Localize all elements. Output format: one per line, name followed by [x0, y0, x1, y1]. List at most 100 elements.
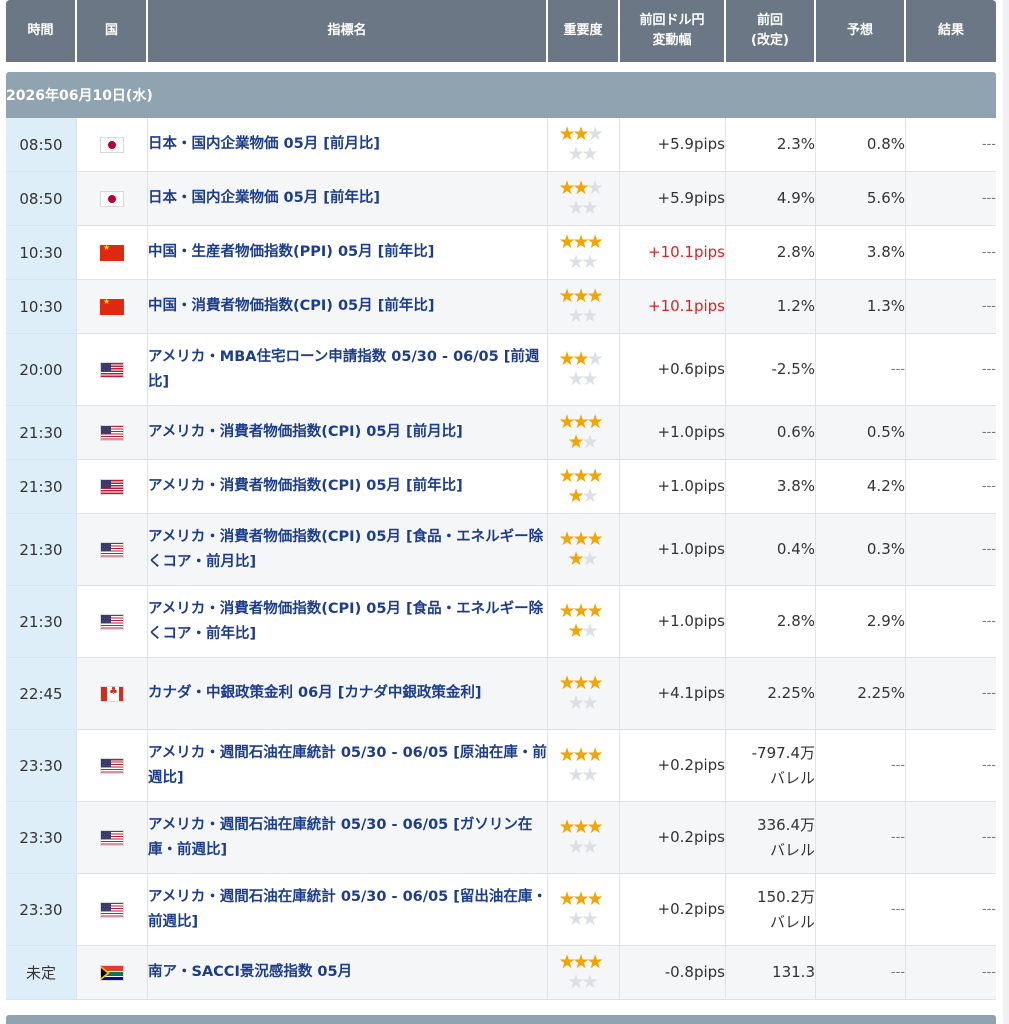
result-value: ---: [906, 226, 996, 280]
table-row: 08:50 日本・国内企業物価 05月 [前年比] ★★★ ★★ +5.9pips 4.9…: [6, 172, 996, 226]
star-icon: ★: [581, 835, 599, 858]
usa-flag-icon: [100, 902, 124, 918]
event-time: 10:30: [6, 280, 77, 334]
star-icon: ★: [558, 887, 576, 910]
indicator-link[interactable]: アメリカ・MBA住宅ローン申請指数 05/30 - 06/05 [前週比]: [148, 334, 548, 406]
indicator-link[interactable]: アメリカ・週間石油在庫統計 05/30 - 06/05 [ガソリン在庫・前週比]: [148, 802, 548, 874]
star-icon: ★: [558, 950, 576, 973]
usa-flag-icon: [100, 542, 124, 558]
country-flag-cell: [77, 658, 148, 730]
canada-flag-icon: [100, 686, 124, 702]
forecast-value: ---: [816, 334, 906, 406]
star-icon: ★: [567, 196, 585, 219]
star-icon: ★: [558, 671, 576, 694]
country-flag-cell: [77, 802, 148, 874]
importance-stars: ★★★ ★★: [558, 950, 609, 993]
table-row: 21:30 アメリカ・消費者物価指数(CPI) 05月 [食品・エネルギー除くコア…: [6, 586, 996, 658]
change-value: +10.1pips: [620, 226, 726, 280]
change-value: +0.2pips: [620, 874, 726, 946]
star-icon: ★: [567, 142, 585, 165]
importance-cell: ★★★ ★★: [548, 946, 620, 1000]
country-flag-cell: [77, 334, 148, 406]
indicator-link[interactable]: 日本・国内企業物価 05月 [前月比]: [148, 118, 548, 172]
star-icon: ★: [558, 347, 576, 370]
result-value: ---: [906, 658, 996, 730]
indicator-link[interactable]: 日本・国内企業物価 05月 [前年比]: [148, 172, 548, 226]
star-icon: ★: [572, 464, 590, 487]
star-icon: ★: [572, 815, 590, 838]
star-icon: ★: [558, 464, 576, 487]
event-time: 23:30: [6, 874, 77, 946]
star-icon: ★: [581, 250, 599, 273]
star-icon: ★: [567, 304, 585, 327]
indicator-link[interactable]: カナダ・中銀政策金利 06月 [カナダ中銀政策金利]: [148, 658, 548, 730]
header-forecast: 予想: [816, 0, 906, 62]
table-row: 23:30 アメリカ・週間石油在庫統計 05/30 - 06/05 [留出油在庫・…: [6, 874, 996, 946]
country-flag-cell: [77, 460, 148, 514]
date-row: 2026年06月10日(水): [6, 72, 996, 118]
usa-flag-icon: [100, 425, 124, 441]
result-value: ---: [906, 946, 996, 1000]
star-icon: ★: [586, 671, 604, 694]
indicator-link[interactable]: アメリカ・週間石油在庫統計 05/30 - 06/05 [原油在庫・前週比]: [148, 730, 548, 802]
indicator-link[interactable]: アメリカ・消費者物価指数(CPI) 05月 [前月比]: [148, 406, 548, 460]
indicator-link[interactable]: 中国・消費者物価指数(CPI) 05月 [前年比]: [148, 280, 548, 334]
star-icon: ★: [567, 250, 585, 273]
result-value: ---: [906, 406, 996, 460]
star-icon: ★: [581, 304, 599, 327]
change-value: +0.2pips: [620, 802, 726, 874]
table-row: 21:30 アメリカ・消費者物価指数(CPI) 05月 [前年比] ★★★ ★★ +1.…: [6, 460, 996, 514]
star-icon: ★: [558, 815, 576, 838]
table-row: 20:00 アメリカ・MBA住宅ローン申請指数 05/30 - 06/05 [前週…: [6, 334, 996, 406]
change-value: +0.6pips: [620, 334, 726, 406]
star-icon: ★: [581, 970, 599, 993]
forecast-value: ---: [816, 946, 906, 1000]
star-icon: ★: [581, 619, 599, 642]
forecast-value: 4.2%: [816, 460, 906, 514]
indicator-link[interactable]: アメリカ・週間石油在庫統計 05/30 - 06/05 [留出油在庫・前週比]: [148, 874, 548, 946]
indicator-link[interactable]: アメリカ・消費者物価指数(CPI) 05月 [食品・エネルギー除くコア・前月比]: [148, 514, 548, 586]
indicator-link[interactable]: アメリカ・消費者物価指数(CPI) 05月 [食品・エネルギー除くコア・前年比]: [148, 586, 548, 658]
importance-stars: ★★★ ★★: [558, 410, 609, 453]
importance-cell: ★★★ ★★: [548, 118, 620, 172]
star-icon: ★: [567, 970, 585, 993]
previous-value: 150.2万 バレル: [726, 874, 816, 946]
economic-calendar-table: 時間 国 指標名 重要度 前回ドル円 変動幅 前回 (改定) 予想 結果 202…: [6, 0, 996, 1000]
importance-cell: ★★★ ★★: [548, 586, 620, 658]
result-value: ---: [906, 586, 996, 658]
star-icon: ★: [581, 763, 599, 786]
star-icon: ★: [586, 347, 604, 370]
result-value: ---: [906, 460, 996, 514]
star-icon: ★: [581, 367, 599, 390]
indicator-link[interactable]: 中国・生産者物価指数(PPI) 05月 [前年比]: [148, 226, 548, 280]
star-icon: ★: [558, 230, 576, 253]
indicator-link[interactable]: アメリカ・消費者物価指数(CPI) 05月 [前年比]: [148, 460, 548, 514]
indicator-link[interactable]: 南ア・SACCI景況感指数 05月: [148, 946, 548, 1000]
previous-value: 2.8%: [726, 226, 816, 280]
star-icon: ★: [581, 196, 599, 219]
event-time: 10:30: [6, 226, 77, 280]
importance-cell: ★★★ ★★: [548, 874, 620, 946]
importance-stars: ★★★ ★★: [559, 124, 609, 165]
change-value: +10.1pips: [620, 280, 726, 334]
previous-value: 2.25%: [726, 658, 816, 730]
star-icon: ★: [567, 547, 585, 570]
star-icon: ★: [572, 230, 590, 253]
star-icon: ★: [558, 284, 576, 307]
change-value: +5.9pips: [620, 172, 726, 226]
star-icon: ★: [572, 284, 590, 307]
page-scrollbar[interactable]: [1003, 0, 1009, 1024]
star-icon: ★: [572, 950, 590, 973]
result-value: ---: [906, 730, 996, 802]
change-value: -0.8pips: [620, 946, 726, 1000]
table-row: 23:30 アメリカ・週間石油在庫統計 05/30 - 06/05 [原油在庫・前…: [6, 730, 996, 802]
star-icon: ★: [558, 527, 576, 550]
star-icon: ★: [572, 671, 590, 694]
importance-stars: ★★★ ★★: [559, 601, 609, 642]
forecast-value: 5.6%: [816, 172, 906, 226]
star-icon: ★: [567, 367, 585, 390]
china-flag-icon: [100, 297, 124, 315]
importance-cell: ★★★ ★★: [548, 226, 620, 280]
star-icon: ★: [558, 410, 576, 433]
usa-flag-icon: [100, 830, 124, 846]
